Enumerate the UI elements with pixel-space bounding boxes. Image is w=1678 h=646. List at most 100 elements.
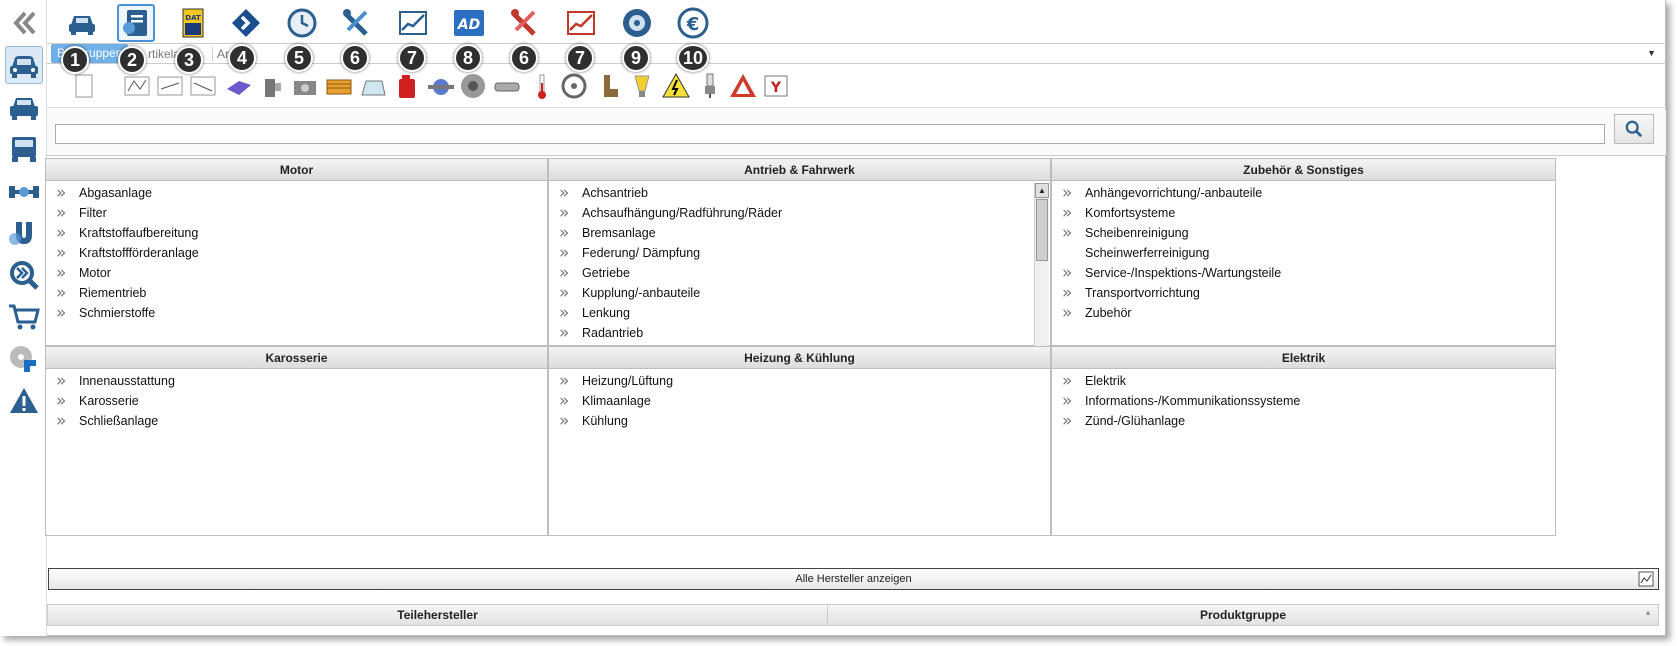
fuel-can-icon[interactable] — [392, 70, 422, 102]
list-item[interactable]: » Innenausstattung — [46, 371, 547, 391]
sidebar-truck-icon[interactable] — [5, 130, 43, 168]
diamond-arrow-icon[interactable] — [227, 4, 265, 42]
list-item[interactable]: » Achsaufhängung/Radführung/Räder — [549, 203, 1050, 223]
chevron-down-icon[interactable]: ▼ — [1647, 48, 1656, 58]
wheel-icon[interactable] — [618, 4, 656, 42]
column-header-produktgruppe[interactable]: Produktgruppe — [828, 605, 1658, 625]
list-item[interactable]: » Scheibenreinigung — [1052, 223, 1555, 243]
engine-part-icon[interactable] — [257, 70, 287, 102]
sidebar-car-front-icon[interactable] — [5, 46, 43, 84]
exhaust-icon[interactable] — [492, 70, 522, 102]
sidebar-warning-icon[interactable] — [5, 382, 43, 420]
list-item[interactable]: » Zubehör — [1052, 303, 1555, 323]
chart-small-icon[interactable] — [1638, 571, 1654, 587]
schematic-2-icon[interactable] — [155, 70, 185, 102]
list-item[interactable]: » Elektrik — [1052, 371, 1555, 391]
sidebar-axle-icon[interactable] — [5, 172, 43, 210]
sidebar-disc-icon[interactable] — [5, 340, 43, 378]
search-button[interactable] — [1614, 114, 1654, 144]
thermometer-icon[interactable] — [527, 70, 557, 102]
list-item[interactable]: » Service-/Inspektions-/Wartungsteile — [1052, 263, 1555, 283]
radiator-icon[interactable] — [324, 70, 354, 102]
ad-icon[interactable]: AD — [450, 4, 488, 42]
tools-red-icon[interactable] — [506, 4, 544, 42]
schematic-3-icon[interactable] — [188, 70, 218, 102]
list-item-label: Scheibenreinigung — [1085, 226, 1189, 240]
seat-icon[interactable] — [594, 70, 624, 102]
chart-icon[interactable] — [394, 4, 432, 42]
list-item[interactable]: » Schmierstoffe — [46, 303, 547, 323]
sort-icon[interactable]: ▲ — [1644, 608, 1652, 617]
document-icon[interactable] — [69, 70, 99, 102]
brake-pad-icon[interactable] — [224, 70, 254, 102]
double-chevron-right-icon: » — [56, 203, 67, 223]
list-item[interactable]: » Anhängevorrichtung/-anbauteile — [1052, 183, 1555, 203]
list-item[interactable]: » Achsantrieb — [549, 183, 1050, 203]
sidebar-cart-icon[interactable] — [5, 298, 43, 336]
list-item[interactable]: » Abgasanlage — [46, 183, 547, 203]
chart-red-icon[interactable] — [562, 4, 600, 42]
double-chevron-right-icon: » — [559, 283, 570, 303]
list-item[interactable]: » Heizung/Lüftung — [549, 371, 1050, 391]
double-chevron-right-icon: » — [56, 303, 67, 323]
clock-icon[interactable] — [283, 4, 321, 42]
double-chevron-right-icon: » — [1062, 223, 1073, 243]
double-chevron-right-icon: » — [1062, 263, 1073, 283]
list-item[interactable]: » Kühlung — [549, 411, 1050, 431]
tools-icon[interactable] — [338, 4, 376, 42]
sidebar-magnet-icon[interactable] — [5, 214, 43, 252]
list-item[interactable]: » Transportvorrichtung — [1052, 283, 1555, 303]
panel-header: Zubehör & Sonstiges — [1052, 159, 1555, 181]
list-item[interactable]: » Filter — [46, 203, 547, 223]
list-item[interactable]: » Kraftstoffförderanlage — [46, 243, 547, 263]
scroll-thumb[interactable] — [1036, 199, 1048, 261]
panel-karosserie: Karosserie » Innenausstattung» Karosserie»… — [45, 346, 548, 536]
list-item[interactable]: » Federung/ Dämpfung — [549, 243, 1050, 263]
list-item-label: Zubehör — [1085, 306, 1132, 320]
search-input[interactable] — [55, 124, 1605, 144]
engine-block-icon[interactable] — [290, 70, 320, 102]
list-item[interactable]: » Schließanlage — [46, 411, 547, 431]
list-item[interactable]: » Karosserie — [46, 391, 547, 411]
list-item-label: Lenkung — [582, 306, 630, 320]
warning-triangle-icon[interactable] — [728, 70, 758, 102]
spark-plug-icon[interactable] — [695, 70, 725, 102]
list-item[interactable]: » Bremsanlage — [549, 223, 1050, 243]
badge-9: 9 — [622, 44, 650, 72]
scrollbar[interactable]: ▲ ▼ — [1034, 183, 1049, 361]
euro-icon[interactable]: € — [674, 4, 712, 42]
svg-text:DAT: DAT — [185, 14, 201, 22]
electric-warning-icon[interactable] — [661, 70, 691, 102]
list-item[interactable]: Scheinwerferreinigung — [1052, 243, 1555, 263]
list-item[interactable]: » Motor — [46, 263, 547, 283]
results-table-header: Teilehersteller Produktgruppe ▲ — [47, 604, 1659, 626]
list-item[interactable]: » Riementrieb — [46, 283, 547, 303]
scroll-up-button[interactable]: ▲ — [1035, 183, 1049, 198]
sidebar-search-forward-icon[interactable] — [5, 256, 43, 294]
list-item[interactable]: » Kupplung/-anbauteile — [549, 283, 1050, 303]
list-item[interactable]: » Radantrieb — [549, 323, 1050, 343]
windshield-icon[interactable] — [357, 70, 387, 102]
schematic-icon[interactable] — [122, 70, 152, 102]
steering-wheel-icon[interactable] — [559, 70, 589, 102]
double-chevron-right-icon: » — [559, 323, 570, 343]
list-item[interactable]: » Klimaanlage — [549, 391, 1050, 411]
suspension-icon[interactable] — [426, 70, 456, 102]
column-header-teilehersteller[interactable]: Teilehersteller — [48, 605, 828, 625]
vehicle-doc-icon[interactable] — [117, 4, 155, 42]
list-item[interactable]: » Komfortsysteme — [1052, 203, 1555, 223]
brake-disc-icon[interactable] — [458, 70, 488, 102]
badge-1: 1 — [61, 46, 89, 74]
dat-icon[interactable]: DAT — [174, 4, 212, 42]
collapse-icon[interactable] — [5, 4, 43, 42]
list-item[interactable]: » Getriebe — [549, 263, 1050, 283]
sidebar-van-icon[interactable] — [5, 88, 43, 126]
vehicle-icon[interactable] — [63, 4, 101, 42]
filter-tools-icon[interactable]: Y — [761, 70, 791, 102]
list-item[interactable]: » Informations-/Kommunikationssysteme — [1052, 391, 1555, 411]
lamp-icon[interactable] — [627, 70, 657, 102]
list-item[interactable]: » Zünd-/Glühanlage — [1052, 411, 1555, 431]
list-item[interactable]: » Lenkung — [549, 303, 1050, 323]
show-all-manufacturers-button[interactable]: Alle Hersteller anzeigen — [48, 568, 1659, 590]
list-item[interactable]: » Kraftstoffaufbereitung — [46, 223, 547, 243]
